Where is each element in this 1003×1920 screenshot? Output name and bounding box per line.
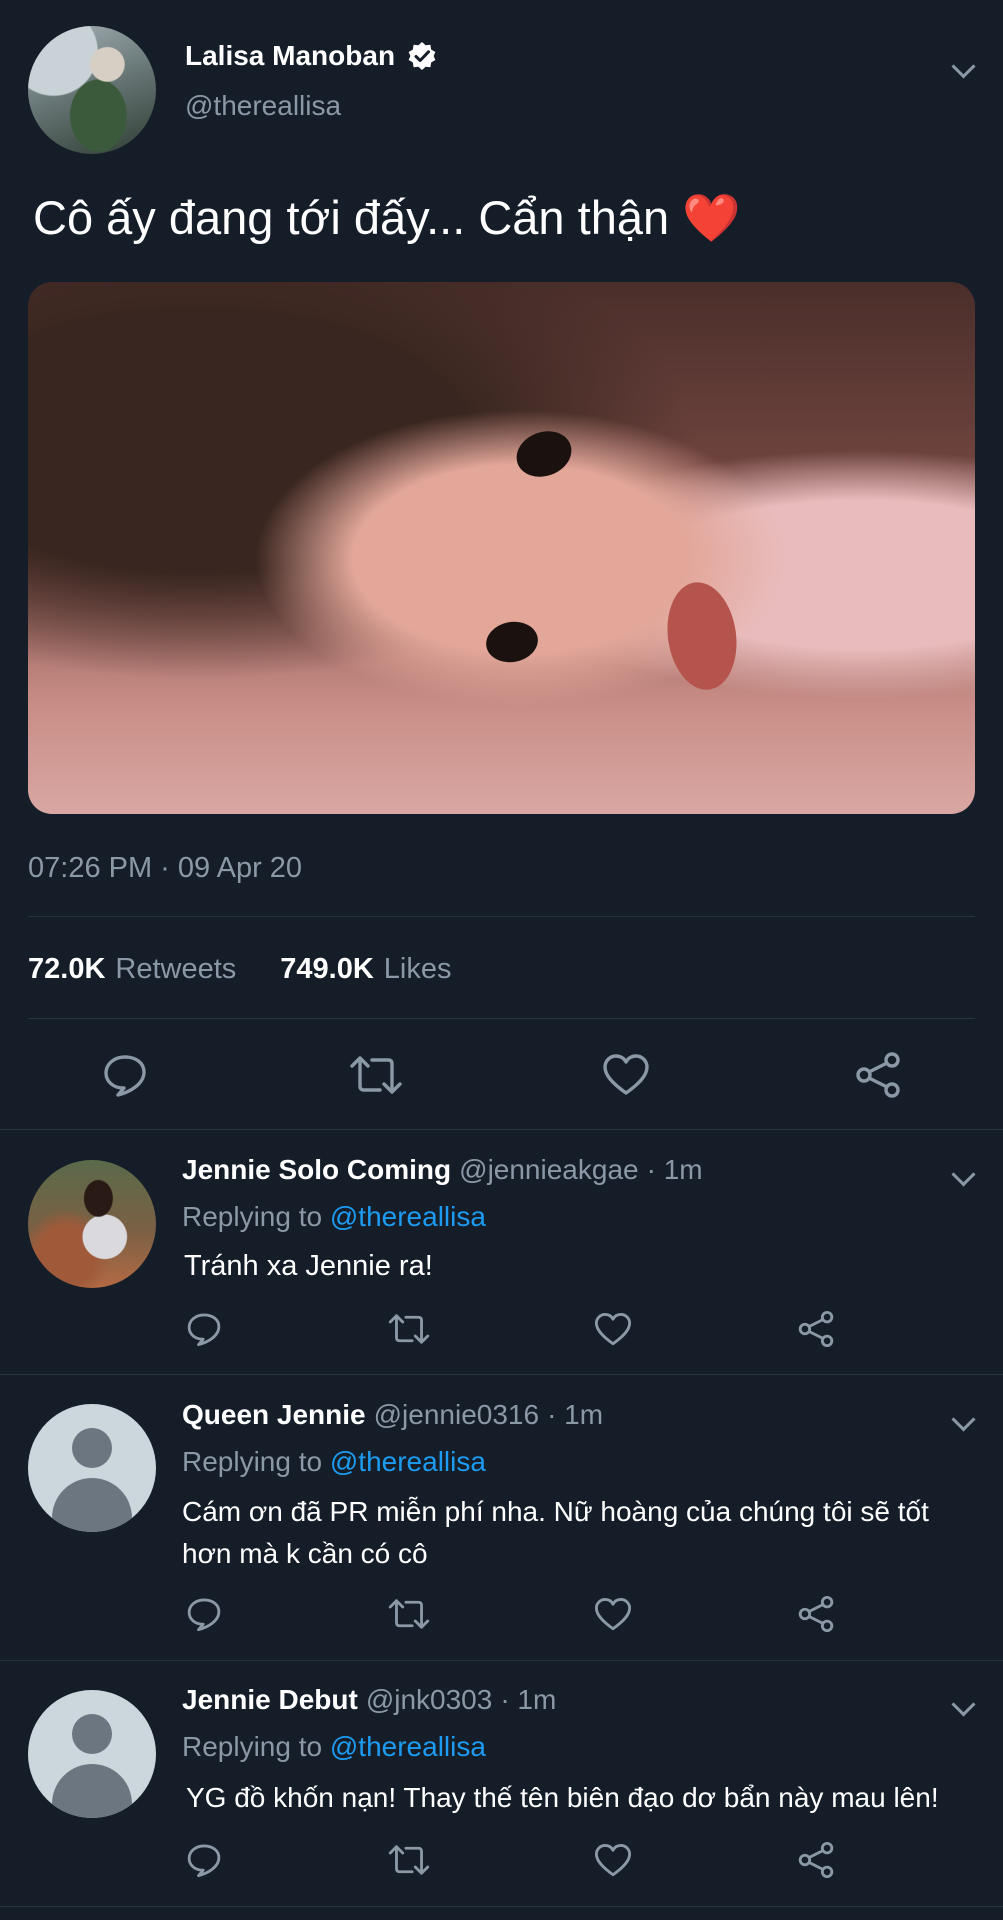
- divider: [0, 1374, 1003, 1375]
- heart-icon[interactable]: [592, 1594, 634, 1634]
- heart-icon[interactable]: [592, 1840, 634, 1880]
- reply-time: · 1m: [500, 1684, 557, 1715]
- author-name[interactable]: Lalisa Manoban: [185, 40, 395, 72]
- reply-text-line-2: hơn mà k cần có cô: [182, 1538, 428, 1569]
- likes-count: 749.0K: [280, 953, 374, 985]
- reply-text: YG đồ khốn nạn! Thay thế tên biên đạo dơ…: [186, 1782, 939, 1813]
- reply-author-handle[interactable]: @jennieakgae: [459, 1154, 638, 1186]
- tweet-text: Cô ấy đang tới đấy... Cẩn thận ❤️: [33, 191, 741, 244]
- tweet-timestamp[interactable]: 07:26 PM · 09 Apr 20: [28, 852, 302, 885]
- retweet-icon[interactable]: [386, 1309, 432, 1349]
- replying-to-link[interactable]: @thereallisa: [330, 1731, 486, 1762]
- retweets-stat[interactable]: 72.0K Retweets: [28, 953, 236, 986]
- reply-bubble-icon[interactable]: [100, 1050, 150, 1100]
- retweet-icon[interactable]: [386, 1840, 432, 1880]
- reply-author-handle[interactable]: @jennie0316: [374, 1399, 539, 1431]
- replying-prefix: Replying to: [182, 1201, 323, 1232]
- likes-stat[interactable]: 749.0K Likes: [280, 953, 451, 986]
- divider: [0, 1660, 1003, 1661]
- share-icon[interactable]: [796, 1840, 836, 1880]
- reply-text-line-1: Cám ơn đã PR miễn phí nha. Nữ hoàng của …: [182, 1496, 929, 1527]
- replying-to: Replying to @thereallisa: [182, 1201, 486, 1233]
- default-avatar[interactable]: [28, 1404, 156, 1532]
- verified-badge-icon: [407, 41, 437, 71]
- retweets-count: 72.0K: [28, 953, 106, 985]
- default-avatar-head: [72, 1714, 112, 1754]
- reply-avatar[interactable]: [28, 1160, 156, 1288]
- reply-author-handle[interactable]: @jnk0303: [366, 1684, 493, 1716]
- replying-to: Replying to @thereallisa: [182, 1446, 486, 1478]
- reply-author-name[interactable]: Queen Jennie: [182, 1399, 366, 1431]
- divider: [28, 916, 975, 917]
- replying-to-link[interactable]: @thereallisa: [330, 1446, 486, 1477]
- share-icon[interactable]: [853, 1050, 903, 1100]
- divider: [0, 1906, 1003, 1907]
- retweet-icon[interactable]: [348, 1050, 404, 1100]
- reply-text: Tránh xa Jennie ra!: [184, 1250, 433, 1282]
- reply-time: · 1m: [646, 1154, 703, 1185]
- default-avatar-body: [52, 1764, 132, 1818]
- chevron-down-icon[interactable]: [945, 1401, 981, 1437]
- chevron-down-icon[interactable]: [945, 48, 981, 84]
- default-avatar-head: [72, 1428, 112, 1468]
- retweets-label: Retweets: [115, 953, 237, 985]
- likes-label: Likes: [383, 953, 452, 985]
- default-avatar-body: [52, 1478, 132, 1532]
- author-handle[interactable]: @thereallisa: [185, 90, 341, 122]
- default-avatar[interactable]: [28, 1690, 156, 1818]
- reply-author-name[interactable]: Jennie Debut: [182, 1684, 358, 1716]
- divider: [28, 1018, 975, 1019]
- retweet-icon[interactable]: [386, 1594, 432, 1634]
- reply-time: · 1m: [547, 1399, 604, 1430]
- divider: [0, 1129, 1003, 1130]
- replying-prefix: Replying to: [182, 1446, 323, 1477]
- share-icon[interactable]: [796, 1309, 836, 1349]
- share-icon[interactable]: [796, 1594, 836, 1634]
- heart-icon[interactable]: [592, 1309, 634, 1349]
- replying-to-link[interactable]: @thereallisa: [330, 1201, 486, 1232]
- reply-bubble-icon[interactable]: [184, 1840, 224, 1880]
- author-avatar[interactable]: [28, 26, 156, 154]
- heart-icon[interactable]: [600, 1050, 652, 1100]
- replying-prefix: Replying to: [182, 1731, 323, 1762]
- reply-bubble-icon[interactable]: [184, 1594, 224, 1634]
- chevron-down-icon[interactable]: [945, 1686, 981, 1722]
- reply-author-name[interactable]: Jennie Solo Coming: [182, 1154, 451, 1186]
- reply-bubble-icon[interactable]: [184, 1309, 224, 1349]
- tweet-photo[interactable]: [28, 282, 975, 814]
- chevron-down-icon[interactable]: [945, 1156, 981, 1192]
- replying-to: Replying to @thereallisa: [182, 1731, 486, 1763]
